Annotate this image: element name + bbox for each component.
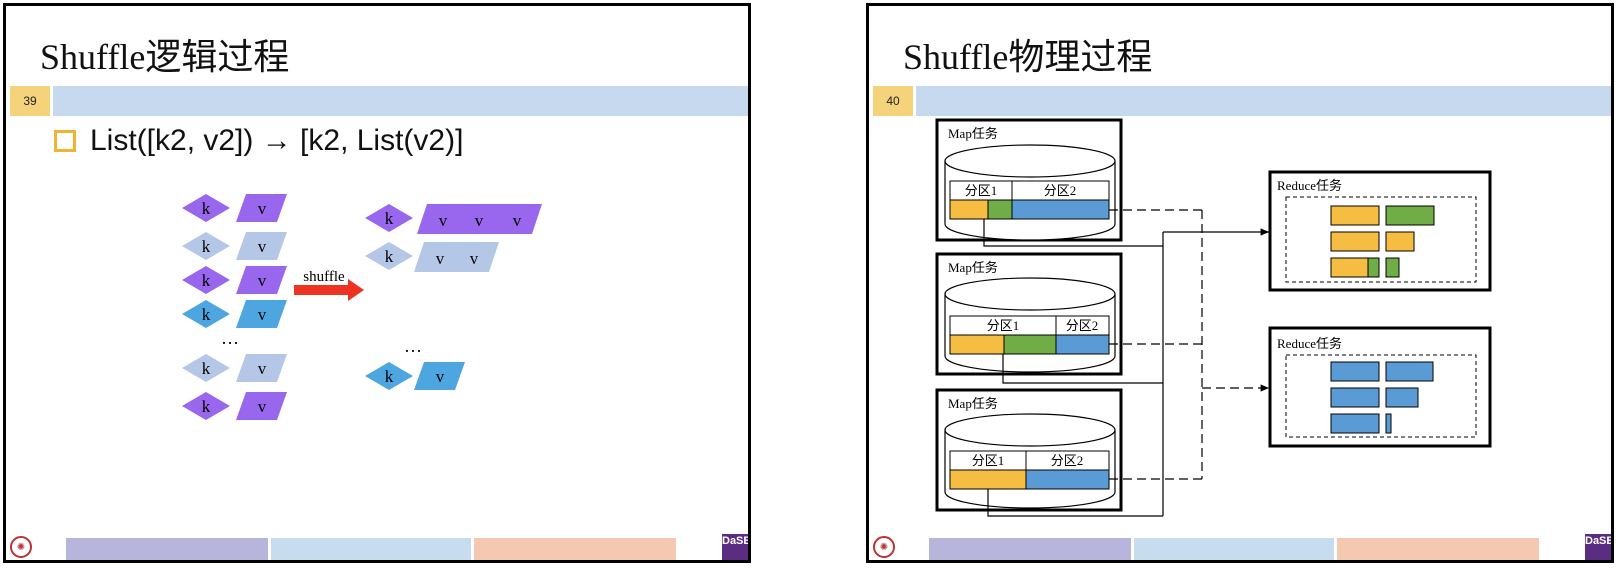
reduce-task-2: Reduce任务 bbox=[1268, 326, 1492, 448]
value-label: v bbox=[439, 211, 448, 230]
partition-2-label: 分区2 bbox=[1044, 183, 1077, 198]
ellipsis: … bbox=[221, 328, 239, 348]
reduce-task-label: Reduce任务 bbox=[1277, 336, 1342, 351]
input-pair-3: k v bbox=[182, 266, 287, 294]
value-label: v bbox=[513, 211, 522, 230]
key-label: k bbox=[202, 359, 211, 378]
input-pair-5: k v bbox=[182, 354, 287, 382]
dase-logo-icon: DaSE bbox=[722, 534, 748, 560]
key-label: k bbox=[202, 397, 211, 416]
value-label: v bbox=[258, 397, 267, 416]
reduce-task-1: Reduce任务 bbox=[1268, 170, 1492, 292]
value-label: v bbox=[258, 199, 267, 218]
university-seal-icon: ✺ bbox=[10, 536, 32, 558]
value-label: v bbox=[258, 305, 267, 324]
key-label: k bbox=[202, 305, 211, 324]
value-label: v bbox=[470, 249, 479, 268]
slide-shuffle-logical: Shuffle逻辑过程 39 List([k2, v2]) → [k2, Lis… bbox=[3, 3, 751, 563]
value-label: v bbox=[258, 271, 267, 290]
input-pair-4: k v bbox=[182, 300, 287, 328]
output-group-2: k v v bbox=[365, 242, 499, 272]
slide-shuffle-physical: Shuffle物理过程 40 Map任务 分区1 分区2 Map任务 分区1 分… bbox=[866, 3, 1614, 563]
map-task-label: Map任务 bbox=[948, 260, 998, 275]
shuffle-physical-diagram: Map任务 分区1 分区2 Map任务 分区1 分区2 Map任务 分区1 分区… bbox=[935, 118, 1492, 517]
partition-1-label: 分区1 bbox=[972, 453, 1005, 468]
footer-band-blue bbox=[1134, 538, 1334, 560]
input-pair-6: k v bbox=[182, 392, 287, 420]
partition-1-label: 分区1 bbox=[987, 318, 1020, 333]
footer-band-purple bbox=[929, 538, 1131, 560]
key-label: k bbox=[202, 199, 211, 218]
input-pair-2: k v bbox=[182, 232, 287, 260]
map-task-1: Map任务 分区1 分区2 bbox=[935, 118, 1123, 242]
input-pair-1: k v bbox=[182, 194, 287, 222]
shuffle-label: shuffle bbox=[303, 269, 345, 285]
dashed-connectors bbox=[1109, 209, 1269, 480]
output-group-1: k v v v bbox=[365, 204, 542, 234]
map-task-3: Map任务 分区1 分区2 bbox=[935, 388, 1123, 512]
value-label: v bbox=[436, 249, 445, 268]
map-task-label: Map任务 bbox=[948, 396, 998, 411]
value-label: v bbox=[258, 237, 267, 256]
dase-logo-icon: DaSE bbox=[1585, 534, 1611, 560]
footer-band-purple bbox=[66, 538, 268, 560]
footer-band-peach bbox=[1337, 538, 1539, 560]
key-label: k bbox=[385, 209, 394, 228]
map-task-label: Map任务 bbox=[948, 126, 998, 141]
value-label: v bbox=[436, 367, 445, 386]
reduce-task-label: Reduce任务 bbox=[1277, 178, 1342, 193]
key-label: k bbox=[385, 247, 394, 266]
footer-band-peach bbox=[474, 538, 676, 560]
partition-1-label: 分区1 bbox=[965, 183, 998, 198]
key-label: k bbox=[202, 237, 211, 256]
value-label: v bbox=[258, 359, 267, 378]
output-group-3: k v bbox=[365, 362, 465, 390]
partition-2-label: 分区2 bbox=[1066, 318, 1099, 333]
ellipsis: … bbox=[404, 336, 422, 356]
map-task-2: Map任务 分区1 分区2 bbox=[935, 252, 1123, 376]
value-label: v bbox=[475, 211, 484, 230]
shuffle-logical-diagram: k v k v k v k v … k v k v shuffle k v v … bbox=[182, 194, 542, 420]
partition-2-label: 分区2 bbox=[1051, 453, 1084, 468]
key-label: k bbox=[202, 271, 211, 290]
key-label: k bbox=[385, 367, 394, 386]
footer-band-blue bbox=[271, 538, 471, 560]
university-seal-icon: ✺ bbox=[873, 536, 895, 558]
